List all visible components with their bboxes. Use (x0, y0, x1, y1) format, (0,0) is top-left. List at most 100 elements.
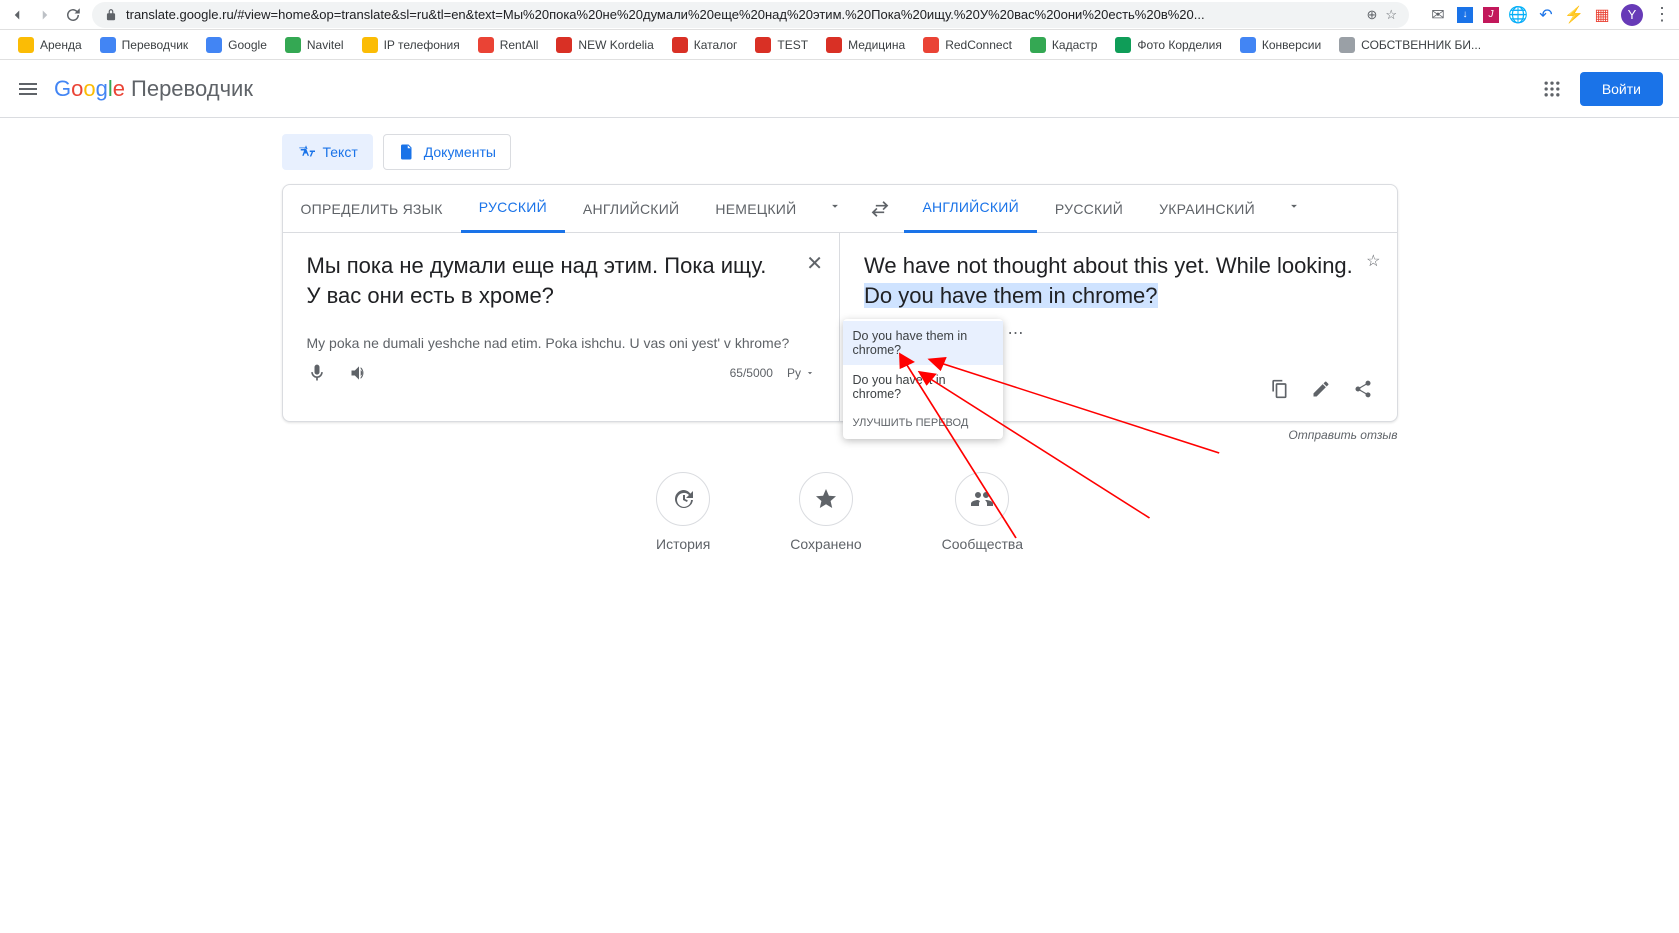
quick-community[interactable]: Сообщества (942, 472, 1023, 552)
ime-selector[interactable]: Ру (787, 366, 815, 380)
translate-icon (297, 143, 315, 161)
google-apps-button[interactable] (1542, 79, 1562, 99)
bookmark-item[interactable]: Медицина (826, 37, 905, 53)
copy-translation-icon[interactable] (1269, 379, 1289, 399)
src-lang-english[interactable]: АНГЛИЙСКИЙ (565, 185, 697, 233)
ext-icon-6[interactable]: ⚡ (1565, 6, 1583, 24)
nav-forward-button[interactable] (36, 6, 54, 24)
bookmark-label: Navitel (307, 38, 344, 52)
bookmark-favicon (285, 37, 301, 53)
tab-text-label: Текст (323, 144, 358, 160)
target-text-highlighted[interactable]: Do you have them in chrome? (864, 283, 1158, 308)
bookmark-favicon (206, 37, 222, 53)
bookmark-label: СОБСТВЕННИК БИ... (1361, 38, 1481, 52)
bookmark-favicon (826, 37, 842, 53)
bookmark-label: Конверсии (1262, 38, 1321, 52)
bookmark-label: Переводчик (122, 38, 189, 52)
bookmark-label: TEST (777, 38, 808, 52)
ext-icon-1[interactable]: ✉ (1429, 6, 1447, 24)
suggestion-option-2[interactable]: Do you have it in chrome? (843, 365, 1003, 409)
quick-saved-label: Сохранено (790, 536, 861, 552)
target-text-output[interactable]: We have not thought about this yet. Whil… (864, 251, 1373, 323)
bookmark-item[interactable]: Navitel (285, 37, 344, 53)
char-counter: 65/5000 (730, 366, 773, 380)
url-text: translate.google.ru/#view=home&op=transl… (126, 7, 1358, 22)
tgt-lang-russian[interactable]: РУССКИЙ (1037, 185, 1141, 233)
swap-languages-button[interactable] (856, 185, 904, 232)
bookmark-item[interactable]: RentAll (478, 37, 539, 53)
community-icon (970, 487, 994, 511)
src-lang-detect[interactable]: ОПРЕДЕЛИТЬ ЯЗЫК (283, 185, 461, 233)
bookmark-favicon (100, 37, 116, 53)
save-translation-star-icon[interactable]: ☆ (1366, 251, 1380, 271)
bookmark-label: Кадастр (1052, 38, 1098, 52)
menu-button[interactable] (16, 77, 40, 101)
tgt-lang-ukrainian[interactable]: УКРАИНСКИЙ (1141, 185, 1273, 233)
ext-icon-2[interactable]: ↓ (1457, 7, 1473, 23)
browser-menu-button[interactable]: ⋮ (1653, 4, 1671, 25)
bookmark-item[interactable]: Переводчик (100, 37, 189, 53)
share-translation-icon[interactable] (1353, 379, 1373, 399)
bookmark-favicon (18, 37, 34, 53)
tgt-lang-english[interactable]: АНГЛИЙСКИЙ (904, 185, 1036, 233)
clear-source-button[interactable]: ✕ (806, 251, 823, 276)
bookmark-favicon (478, 37, 494, 53)
bookmark-item[interactable]: Конверсии (1240, 37, 1321, 53)
ext-icon-4[interactable]: 🌐 (1509, 6, 1527, 24)
source-text-input[interactable]: Мы пока не думали еще над этим. Пока ищу… (307, 251, 816, 323)
ext-icon-7[interactable]: ▦ (1593, 6, 1611, 24)
listen-source-icon[interactable] (349, 363, 369, 383)
bookmark-item[interactable]: Каталог (672, 37, 738, 53)
send-feedback-link[interactable]: Отправить отзыв (282, 428, 1398, 442)
lock-icon (104, 8, 118, 22)
bookmark-label: Фото Корделия (1137, 38, 1221, 52)
bookmark-favicon (1240, 37, 1256, 53)
profile-avatar[interactable]: Y (1621, 4, 1643, 26)
bookmark-item[interactable]: TEST (755, 37, 808, 53)
suggestion-more-button[interactable]: ⋯ (1008, 323, 1022, 343)
nav-reload-button[interactable] (64, 6, 82, 24)
bookmark-favicon (1030, 37, 1046, 53)
bookmark-item[interactable]: RedConnect (923, 37, 1012, 53)
signin-button[interactable]: Войти (1580, 72, 1663, 106)
bookmark-item[interactable]: IP телефония (362, 37, 460, 53)
nav-back-button[interactable] (8, 6, 26, 24)
src-lang-more-button[interactable] (814, 199, 856, 218)
tab-documents[interactable]: Документы (383, 134, 511, 170)
ext-icon-5[interactable]: ↶ (1537, 6, 1555, 24)
address-bar[interactable]: translate.google.ru/#view=home&op=transl… (92, 2, 1409, 28)
bookmark-label: RentAll (500, 38, 539, 52)
google-translate-logo[interactable]: Google Переводчик (54, 76, 253, 102)
bookmark-label: IP телефония (384, 38, 460, 52)
bookmark-favicon (362, 37, 378, 53)
tab-documents-label: Документы (424, 144, 496, 160)
bookmark-label: NEW Kordelia (578, 38, 653, 52)
bookmark-item[interactable]: Кадастр (1030, 37, 1098, 53)
star-icon (814, 487, 838, 511)
ext-icon-3[interactable]: J (1483, 7, 1499, 23)
edit-translation-icon[interactable] (1311, 379, 1331, 399)
document-icon (398, 143, 416, 161)
suggestion-option-1[interactable]: Do you have them in chrome? (843, 321, 1003, 365)
src-lang-german[interactable]: НЕМЕЦКИЙ (697, 185, 814, 233)
bookmark-label: Каталог (694, 38, 738, 52)
mic-icon[interactable] (307, 363, 327, 383)
quick-community-label: Сообщества (942, 536, 1023, 552)
bookmark-item[interactable]: Google (206, 37, 267, 53)
tgt-lang-more-button[interactable] (1273, 199, 1315, 218)
target-text-plain: We have not thought about this yet. Whil… (864, 253, 1353, 278)
bookmark-label: RedConnect (945, 38, 1012, 52)
product-name: Переводчик (131, 76, 253, 102)
bookmark-item[interactable]: Фото Корделия (1115, 37, 1221, 53)
bookmark-star-icon[interactable]: ☆ (1385, 7, 1397, 23)
quick-saved[interactable]: Сохранено (790, 472, 861, 552)
improve-translation-link[interactable]: УЛУЧШИТЬ ПЕРЕВОД (843, 409, 1003, 437)
bookmark-item[interactable]: Аренда (18, 37, 82, 53)
bookmark-label: Медицина (848, 38, 905, 52)
bookmark-favicon (755, 37, 771, 53)
bookmark-item[interactable]: NEW Kordelia (556, 37, 653, 53)
bookmark-item[interactable]: СОБСТВЕННИК БИ... (1339, 37, 1481, 53)
tab-text[interactable]: Текст (282, 134, 373, 170)
quick-history[interactable]: История (656, 472, 710, 552)
src-lang-russian[interactable]: РУССКИЙ (461, 185, 565, 233)
